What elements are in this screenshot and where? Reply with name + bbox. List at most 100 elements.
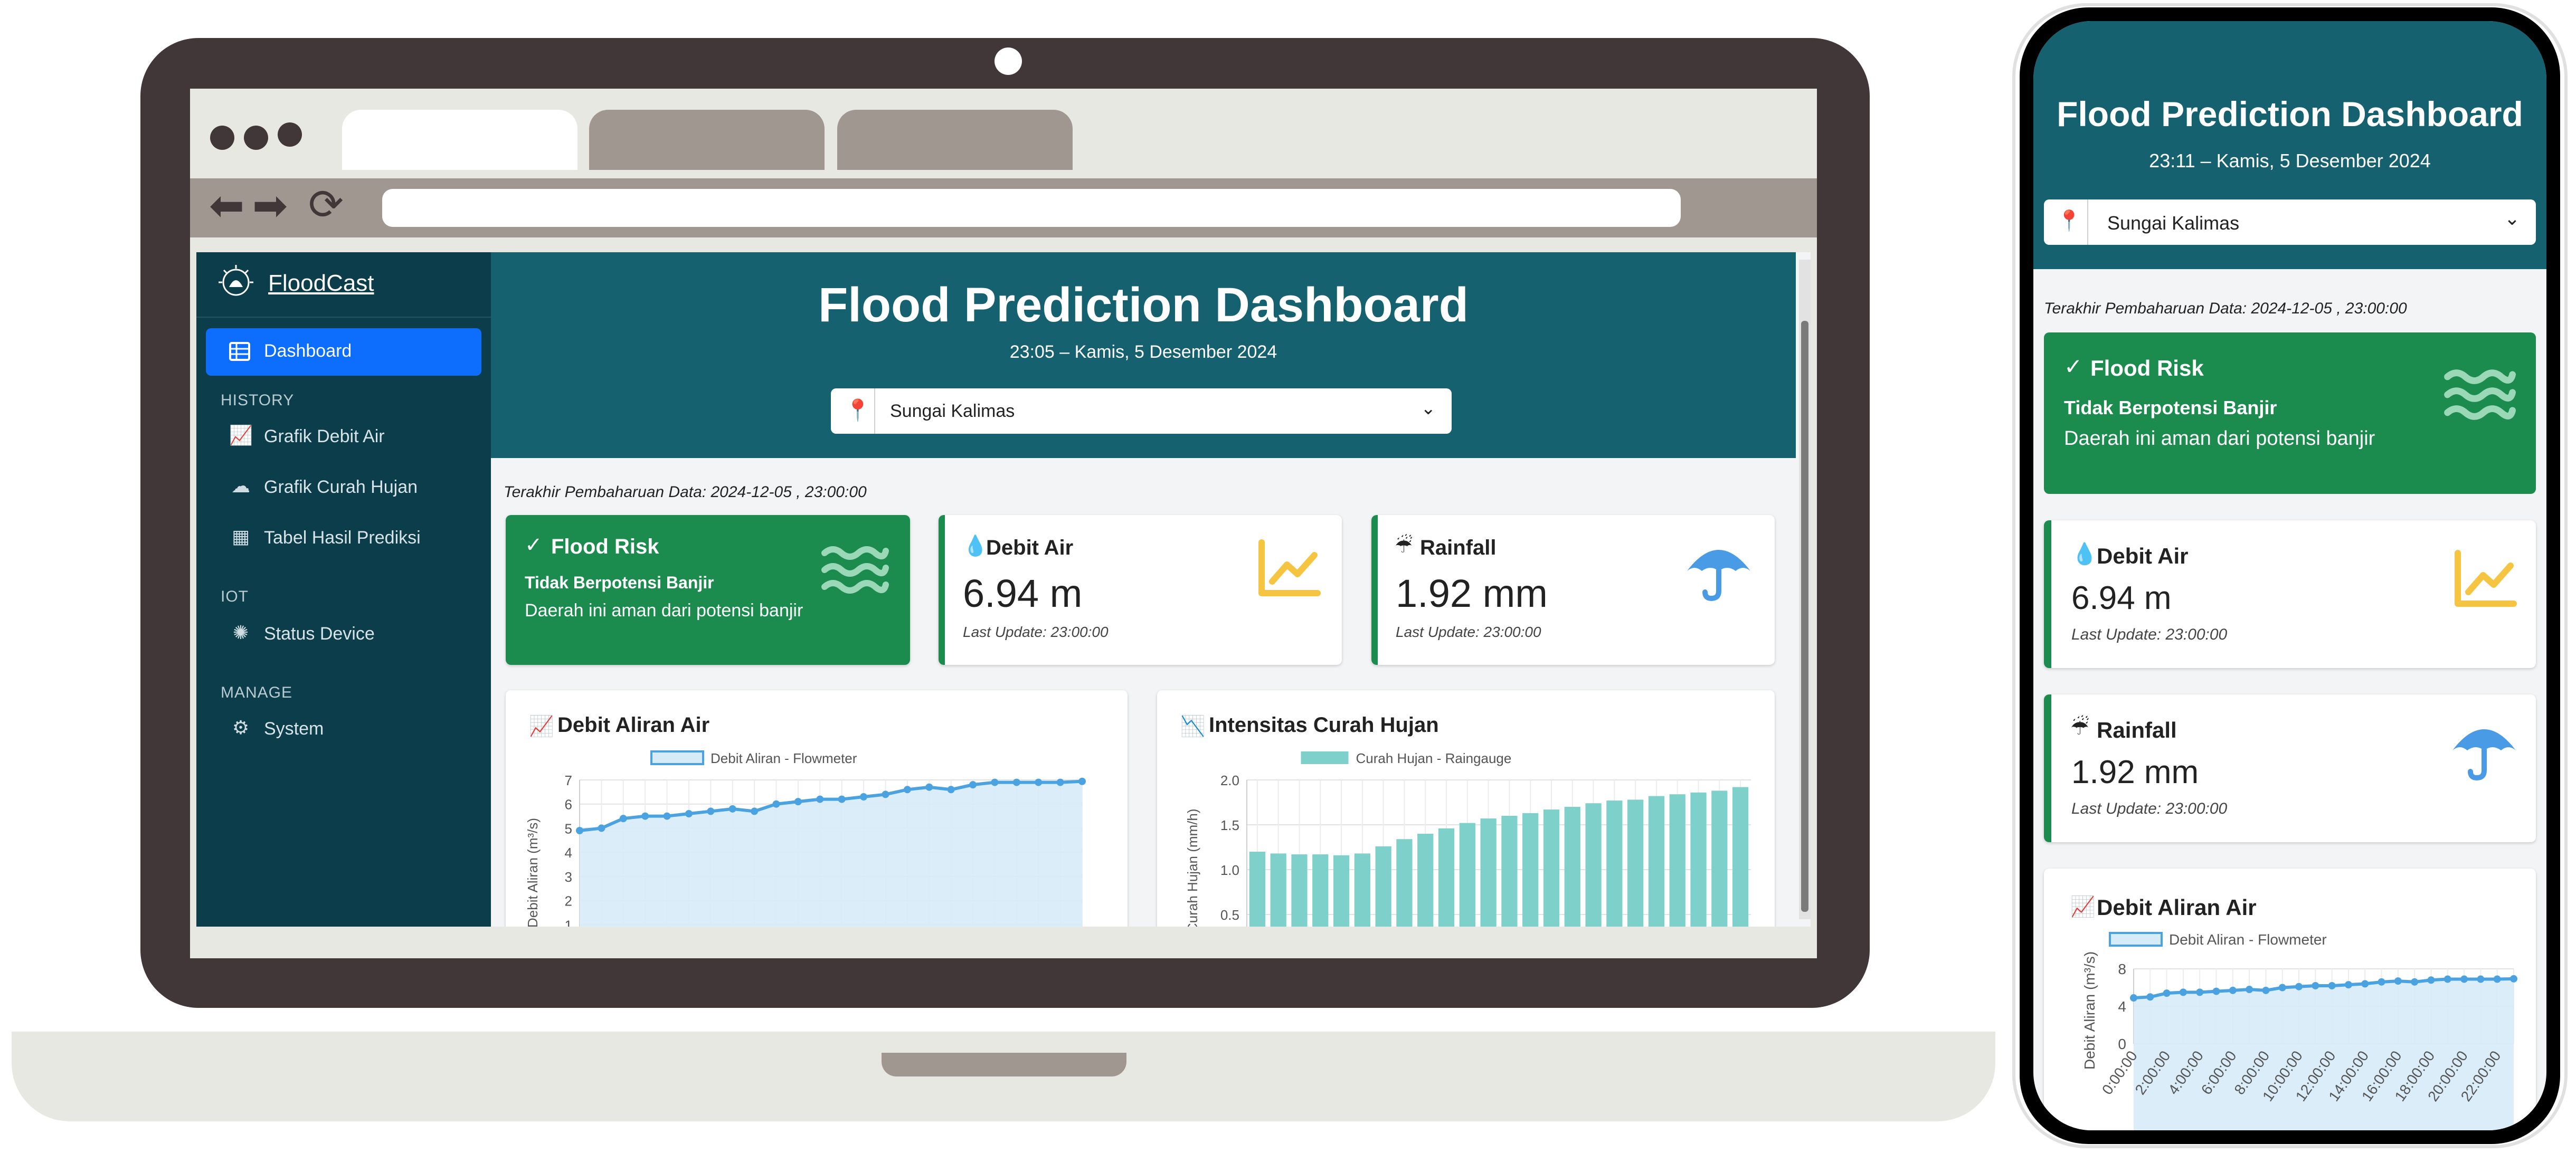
sidebar-item-system[interactable]: ⚙ System <box>196 708 491 750</box>
dashboard-app: FloodCast Dashboard HISTORY 📈 Grafik Deb… <box>196 252 1811 927</box>
data-point <box>2510 975 2517 983</box>
y-tick-label: 2 <box>565 893 572 909</box>
floodcast-logo-icon <box>217 264 254 301</box>
data-point <box>2179 988 2187 996</box>
data-point <box>728 805 736 813</box>
data-point <box>1078 777 1086 785</box>
y-tick-label: 0 <box>2118 1036 2126 1052</box>
data-point <box>2212 987 2220 995</box>
data-point <box>969 781 977 789</box>
debit-value: 6.94 m <box>2071 580 2172 616</box>
rainfall-value: 1.92 mm <box>2071 754 2199 790</box>
y-tick-label: 2.0 <box>1220 773 1239 788</box>
card-accent <box>2044 520 2051 668</box>
water-drop-icon: 💧 <box>2071 542 2098 566</box>
debit-air-card: 💧 Debit Air 6.94 m Last Update: 23:00:00 <box>939 515 1342 665</box>
data-point <box>641 812 649 820</box>
address-bar[interactable] <box>382 189 1681 227</box>
sidebar-item-grafik-debit[interactable]: 📈 Grafik Debit Air <box>196 416 491 458</box>
webcam <box>995 47 1022 75</box>
card-title: Rainfall <box>1420 536 1497 559</box>
scrollbar-thumb[interactable] <box>1801 321 1808 912</box>
data-point <box>838 795 846 803</box>
cloud-rain-icon: ☔ <box>2070 716 2089 740</box>
card-title: Rainfall <box>2097 718 2177 742</box>
bar <box>1417 834 1434 927</box>
location-select[interactable]: 📍 Sungai Kalimas ⌄ <box>831 388 1452 434</box>
data-point <box>2493 975 2501 983</box>
y-tick-label: 7 <box>565 773 572 788</box>
back-icon[interactable]: ⬅ <box>209 185 244 227</box>
bar <box>1543 809 1560 927</box>
phone-page-title: Flood Prediction Dashboard <box>2057 94 2523 134</box>
cloud-rain-icon: ☔ <box>1395 534 1413 557</box>
bar <box>1648 796 1665 927</box>
select-divider <box>874 388 875 434</box>
browser-tab-active[interactable] <box>342 110 577 170</box>
brand-link[interactable]: FloodCast <box>268 270 374 297</box>
bar <box>1606 801 1623 927</box>
sidebar-item-status-device[interactable]: ✺ Status Device <box>196 613 491 655</box>
data-point <box>2444 975 2451 983</box>
bar <box>1249 852 1266 927</box>
card-title: Debit Air <box>986 536 1074 559</box>
data-point <box>882 790 889 798</box>
sidebar-item-label: Grafik Debit Air <box>264 426 385 446</box>
sidebar-item-grafik-curah[interactable]: ☁ Grafik Curah Hujan <box>196 466 491 509</box>
cloud-rain-icon: ☁ <box>231 475 250 497</box>
phone-rainfall-card: ☔ Rainfall 1.92 mm Last Update: 23:00:00 <box>2044 694 2536 842</box>
reload-icon[interactable]: ⟳ <box>308 184 344 226</box>
data-point <box>2262 986 2270 994</box>
bar <box>1333 855 1350 927</box>
legend-swatch <box>1301 751 1349 764</box>
y-axis-label: Debit Aliran (m³/s) <box>525 818 541 927</box>
data-point <box>2477 975 2485 983</box>
bar <box>1564 807 1580 927</box>
data-point <box>2460 975 2468 983</box>
location-value: Sungai Kalimas <box>2107 212 2240 234</box>
card-title: Flood Risk <box>2090 356 2204 380</box>
bar <box>1270 853 1286 927</box>
bar <box>1438 828 1455 927</box>
browser-tab[interactable] <box>589 110 825 170</box>
rainfall-card: ☔ Rainfall 1.92 mm Last Update: 23:00:00 <box>1371 515 1775 665</box>
phone-last-update: Terakhir Pembaharuan Data: 2024-12-05 , … <box>2044 300 2407 317</box>
data-point <box>2361 980 2369 988</box>
data-point <box>663 812 671 820</box>
water-waves-icon <box>821 546 889 594</box>
sidebar-item-dashboard[interactable]: Dashboard <box>206 328 481 376</box>
data-point <box>903 786 911 794</box>
last-update-text: Terakhir Pembaharuan Data: 2024-12-05 , … <box>504 483 867 501</box>
flood-risk-card: ✓ Flood Risk Tidak Berpotensi Banjir Dae… <box>506 515 910 665</box>
y-tick-label: 8 <box>2118 961 2126 977</box>
phone-location-select[interactable]: 📍 Sungai Kalimas ⌄ <box>2044 199 2536 245</box>
window-close-dot[interactable] <box>210 126 234 150</box>
sidebar-item-tabel-prediksi[interactable]: ▦ Tabel Hasil Prediksi <box>196 517 491 559</box>
data-point <box>2163 989 2171 997</box>
curah-hujan-chart-card: 📉 Intensitas Curah Hujan Curah Hujan - R… <box>1157 690 1775 927</box>
phone-flood-risk-card: ✓ Flood Risk Tidak Berpotensi Banjir Dae… <box>2044 332 2536 494</box>
data-point <box>2378 978 2385 986</box>
area-chart-icon: 📈 <box>529 714 554 738</box>
bar <box>1354 853 1370 927</box>
bar <box>1627 799 1644 927</box>
debit-area-chart: Debit Aliran - Flowmeter Debit Aliran (m³… <box>525 750 1086 927</box>
map-pin-icon: 📍 <box>845 398 871 423</box>
table-icon <box>229 341 250 362</box>
umbrella-icon <box>1687 550 1750 602</box>
data-point <box>2229 986 2237 994</box>
y-tick-label: 4 <box>565 845 572 861</box>
data-point <box>2394 977 2402 985</box>
browser-tab[interactable] <box>837 110 1073 170</box>
data-point <box>2295 983 2303 990</box>
legend-label: Curah Hujan - Raingauge <box>1356 750 1512 766</box>
legend-swatch <box>2109 932 2163 947</box>
data-point <box>2328 982 2336 989</box>
data-point <box>816 795 824 803</box>
y-tick-label: 3 <box>565 869 572 885</box>
line-chart-icon: 📉 <box>1180 714 1206 738</box>
section-manage: MANAGE <box>221 684 293 701</box>
forward-icon[interactable]: ➡ <box>252 185 288 227</box>
window-maximize-dot[interactable] <box>278 122 302 147</box>
window-minimize-dot[interactable] <box>244 126 268 150</box>
